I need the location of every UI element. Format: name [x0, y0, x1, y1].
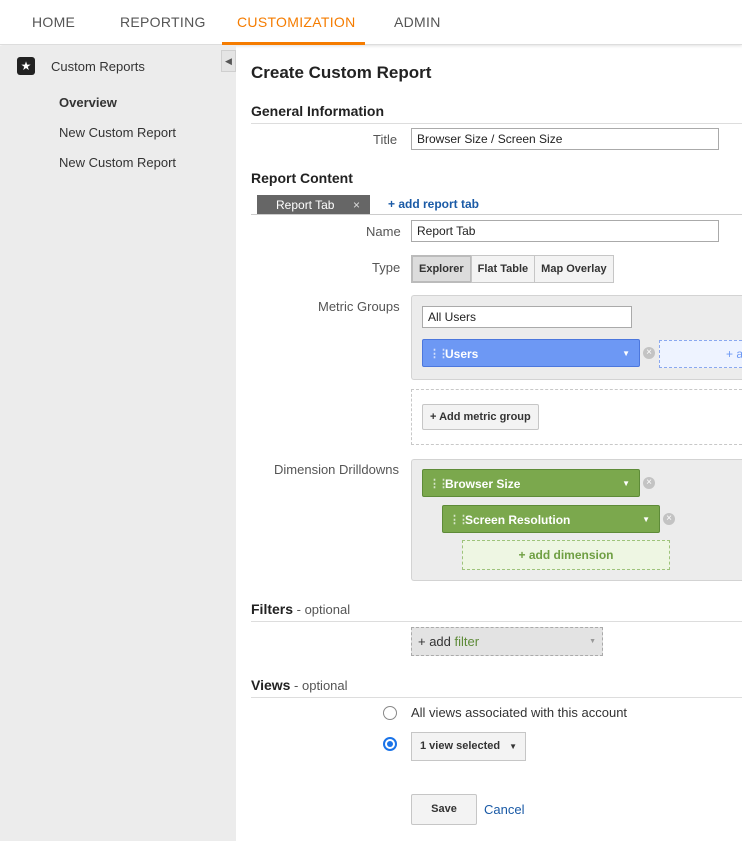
top-nav: HOME REPORTING CUSTOMIZATION ADMIN [0, 0, 742, 45]
chevron-down-icon[interactable]: ▼ [642, 506, 650, 534]
name-input[interactable]: Report Tab [411, 220, 719, 242]
views-heading: Views - optional [251, 677, 348, 693]
title-input[interactable]: Browser Size / Screen Size [411, 128, 719, 150]
add-metric-button[interactable]: + a [659, 340, 742, 368]
collapse-sidebar-button[interactable]: ◀ [221, 50, 236, 72]
filters-heading-text: Filters [251, 601, 294, 617]
sidebar-header[interactable]: ★ Custom Reports [17, 57, 145, 75]
sidebar-title: Custom Reports [51, 58, 145, 74]
divider [251, 697, 742, 698]
main-content: Create Custom Report General Information… [236, 46, 742, 841]
add-metric-group-button[interactable]: + Add metric group [422, 404, 539, 430]
remove-dimension-icon[interactable]: × [663, 513, 675, 525]
page-title: Create Custom Report [251, 63, 432, 82]
cancel-link[interactable]: Cancel [484, 802, 524, 817]
sidebar-item-new-custom-report[interactable]: New Custom Report [59, 125, 176, 140]
add-filter-word: filter [454, 634, 480, 649]
dimension-chip-label: Screen Resolution [465, 513, 571, 527]
tab-admin[interactable]: ADMIN [394, 0, 441, 45]
report-tab-label: Report Tab [276, 198, 335, 212]
chevron-down-icon[interactable]: ▼ [622, 340, 630, 368]
view-select-value: 1 view selected [420, 740, 501, 752]
type-selector: Explorer Flat Table Map Overlay [411, 255, 614, 283]
add-filter-prefix: + add [418, 634, 455, 649]
active-tab-indicator [222, 42, 365, 45]
dimension-drilldowns-label: Dimension Drilldowns [274, 462, 399, 477]
views-heading-text: Views [251, 677, 291, 693]
chevron-down-icon[interactable]: ▼ [622, 470, 630, 498]
report-content-heading: Report Content [251, 170, 353, 186]
tab-bar-divider [251, 214, 742, 215]
filters-optional-text: - optional [293, 602, 351, 617]
general-information-heading: General Information [251, 103, 385, 119]
add-report-tab-link[interactable]: + add report tab [388, 197, 479, 211]
sidebar-item-new-custom-report[interactable]: New Custom Report [59, 155, 176, 170]
dimension-chip-browser-size[interactable]: ⋮⋮ Browser Size ▼ [422, 469, 640, 497]
radio-all-views[interactable] [383, 706, 397, 720]
dimension-chip-screen-resolution[interactable]: ⋮⋮ Screen Resolution ▼ [442, 505, 660, 533]
add-filter-select[interactable]: + add filter ▼ [411, 627, 603, 656]
close-icon[interactable]: × [353, 195, 360, 215]
metric-chip-label: Users [445, 347, 479, 361]
views-optional-text: - optional [290, 678, 348, 693]
star-icon: ★ [17, 57, 35, 75]
type-flat-table-button[interactable]: Flat Table [470, 255, 536, 283]
tab-home[interactable]: HOME [32, 0, 75, 45]
add-dimension-button[interactable]: + add dimension [462, 540, 670, 570]
tab-reporting[interactable]: REPORTING [120, 0, 206, 45]
title-label: Title [373, 132, 398, 147]
save-button[interactable]: Save [411, 794, 477, 825]
remove-metric-icon[interactable]: × [643, 347, 655, 359]
type-explorer-button[interactable]: Explorer [411, 255, 472, 283]
chevron-down-icon: ▼ [589, 638, 596, 645]
divider [251, 621, 742, 622]
metric-chip-users[interactable]: ⋮⋮ Users ▼ [422, 339, 640, 367]
report-tab[interactable]: Report Tab × [257, 195, 370, 215]
divider [251, 123, 742, 124]
chevron-down-icon: ▼ [509, 742, 517, 751]
metric-group-name-input[interactable]: All Users [422, 306, 632, 328]
sidebar-item-overview[interactable]: Overview [59, 95, 117, 110]
filters-heading: Filters - optional [251, 601, 350, 617]
name-label: Name [366, 224, 401, 239]
metric-groups-label: Metric Groups [318, 299, 400, 314]
tab-customization[interactable]: CUSTOMIZATION [237, 0, 356, 45]
type-label: Type [372, 260, 401, 275]
radio-selected-views[interactable] [383, 737, 397, 751]
type-map-overlay-button[interactable]: Map Overlay [534, 255, 614, 283]
dimension-chip-label: Browser Size [445, 477, 521, 491]
remove-dimension-icon[interactable]: × [643, 477, 655, 489]
all-views-label: All views associated with this account [411, 705, 628, 720]
view-select-dropdown[interactable]: 1 view selected ▼ [411, 732, 526, 761]
